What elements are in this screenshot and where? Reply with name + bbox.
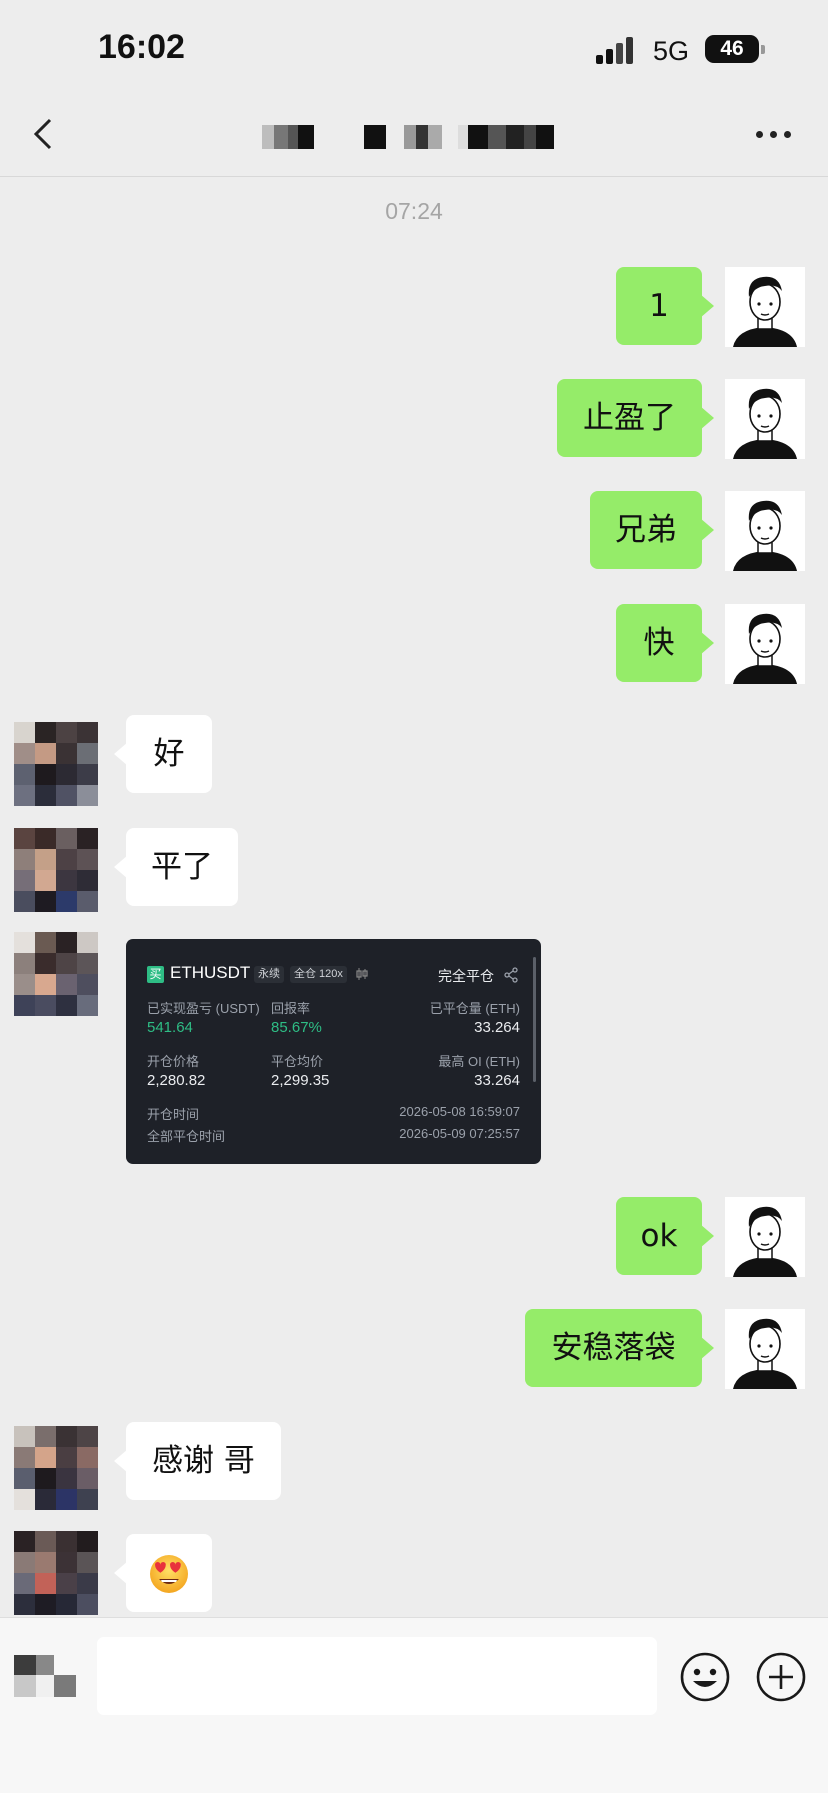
avatar-self[interactable] — [725, 1309, 805, 1389]
self-avatar-illustration — [733, 500, 797, 571]
position-closed-card[interactable]: 买 ETHUSDT 永续 全仓 120x 完全平仓 已实现盈亏 (USDT) 5… — [126, 939, 541, 1164]
chat-timestamp: 07:24 — [385, 198, 443, 224]
self-avatar-illustration — [733, 613, 797, 684]
chevron-left-icon[interactable] — [26, 114, 66, 154]
avatar-self[interactable] — [725, 1197, 805, 1277]
emoji-icon[interactable] — [679, 1651, 731, 1703]
status-time: 16:02 — [98, 28, 185, 66]
message-bubble-other[interactable]: 感谢 哥 — [114, 1422, 281, 1500]
more-icon[interactable] — [752, 122, 796, 146]
message-bubble-self[interactable]: 1 — [616, 267, 714, 345]
avatar-other[interactable] — [14, 932, 98, 1016]
input-bar — [0, 1617, 828, 1793]
realized-pnl-label: 已实现盈亏 (USDT) — [147, 1001, 260, 1016]
roi-label: 回报率 — [271, 1001, 311, 1016]
network-type: 5G — [653, 36, 690, 66]
self-avatar-illustration — [733, 388, 797, 459]
self-avatar-illustration — [733, 276, 797, 347]
self-avatar-illustration — [733, 1318, 797, 1389]
card-symbol: ETHUSDT — [170, 963, 251, 982]
message-bubble-self[interactable]: 止盈了 — [557, 379, 714, 457]
signal-icon — [596, 36, 638, 64]
battery-icon: 46 — [705, 35, 765, 63]
card-status: 完全平仓 — [438, 968, 494, 984]
closed-qty-value: 33.264 — [474, 1019, 520, 1036]
close-avg-value: 2,299.35 — [271, 1072, 330, 1089]
buy-badge: 买 — [147, 966, 164, 983]
share-icon[interactable] — [503, 967, 519, 983]
candlestick-icon — [356, 968, 368, 980]
open-time-value: 2026-05-08 16:59:07 — [399, 1104, 520, 1119]
avatar-other[interactable] — [14, 1426, 98, 1510]
card-scrollbar — [533, 957, 536, 1082]
open-price-value: 2,280.82 — [147, 1072, 206, 1089]
chat-title — [262, 125, 557, 149]
close-avg-label: 平仓均价 — [271, 1054, 324, 1069]
open-time-label: 开仓时间 — [147, 1107, 200, 1122]
avatar-self[interactable] — [725, 267, 805, 347]
avatar-self[interactable] — [725, 604, 805, 684]
message-bubble-self[interactable]: 安稳落袋 — [525, 1309, 714, 1387]
avatar-other[interactable] — [14, 1531, 98, 1615]
plus-icon[interactable] — [755, 1651, 807, 1703]
avatar-other[interactable] — [14, 722, 98, 806]
open-price-label: 开仓价格 — [147, 1054, 200, 1069]
card-tag-margin: 全仓 120x — [290, 966, 347, 983]
message-bubble-other[interactable] — [114, 1534, 212, 1612]
message-bubble-other[interactable]: 平了 — [114, 828, 238, 906]
message-bubble-other[interactable]: 好 — [114, 715, 212, 793]
message-input[interactable] — [97, 1637, 657, 1715]
voice-toggle-button[interactable] — [14, 1655, 76, 1699]
avatar-self[interactable] — [725, 491, 805, 571]
status-bar: 16:02 5G 46 — [0, 0, 828, 100]
close-time-label: 全部平仓时间 — [147, 1129, 226, 1144]
avatar-self[interactable] — [725, 379, 805, 459]
message-bubble-self[interactable]: 快 — [616, 604, 714, 682]
max-oi-value: 33.264 — [474, 1072, 520, 1089]
roi-value: 85.67% — [271, 1019, 322, 1036]
self-avatar-illustration — [733, 1206, 797, 1277]
max-oi-label: 最高 OI (ETH) — [438, 1054, 520, 1069]
closed-qty-label: 已平仓量 (ETH) — [429, 1001, 520, 1016]
chat-header — [0, 100, 828, 177]
card-tag-perp: 永续 — [254, 966, 284, 983]
message-bubble-self[interactable]: ok — [616, 1197, 714, 1275]
close-time-value: 2026-05-09 07:25:57 — [399, 1126, 520, 1141]
avatar-other[interactable] — [14, 828, 98, 912]
heart-eyes-emoji-icon — [150, 1555, 188, 1593]
message-bubble-self[interactable]: 兄弟 — [590, 491, 714, 569]
realized-pnl-value: 541.64 — [147, 1019, 193, 1036]
